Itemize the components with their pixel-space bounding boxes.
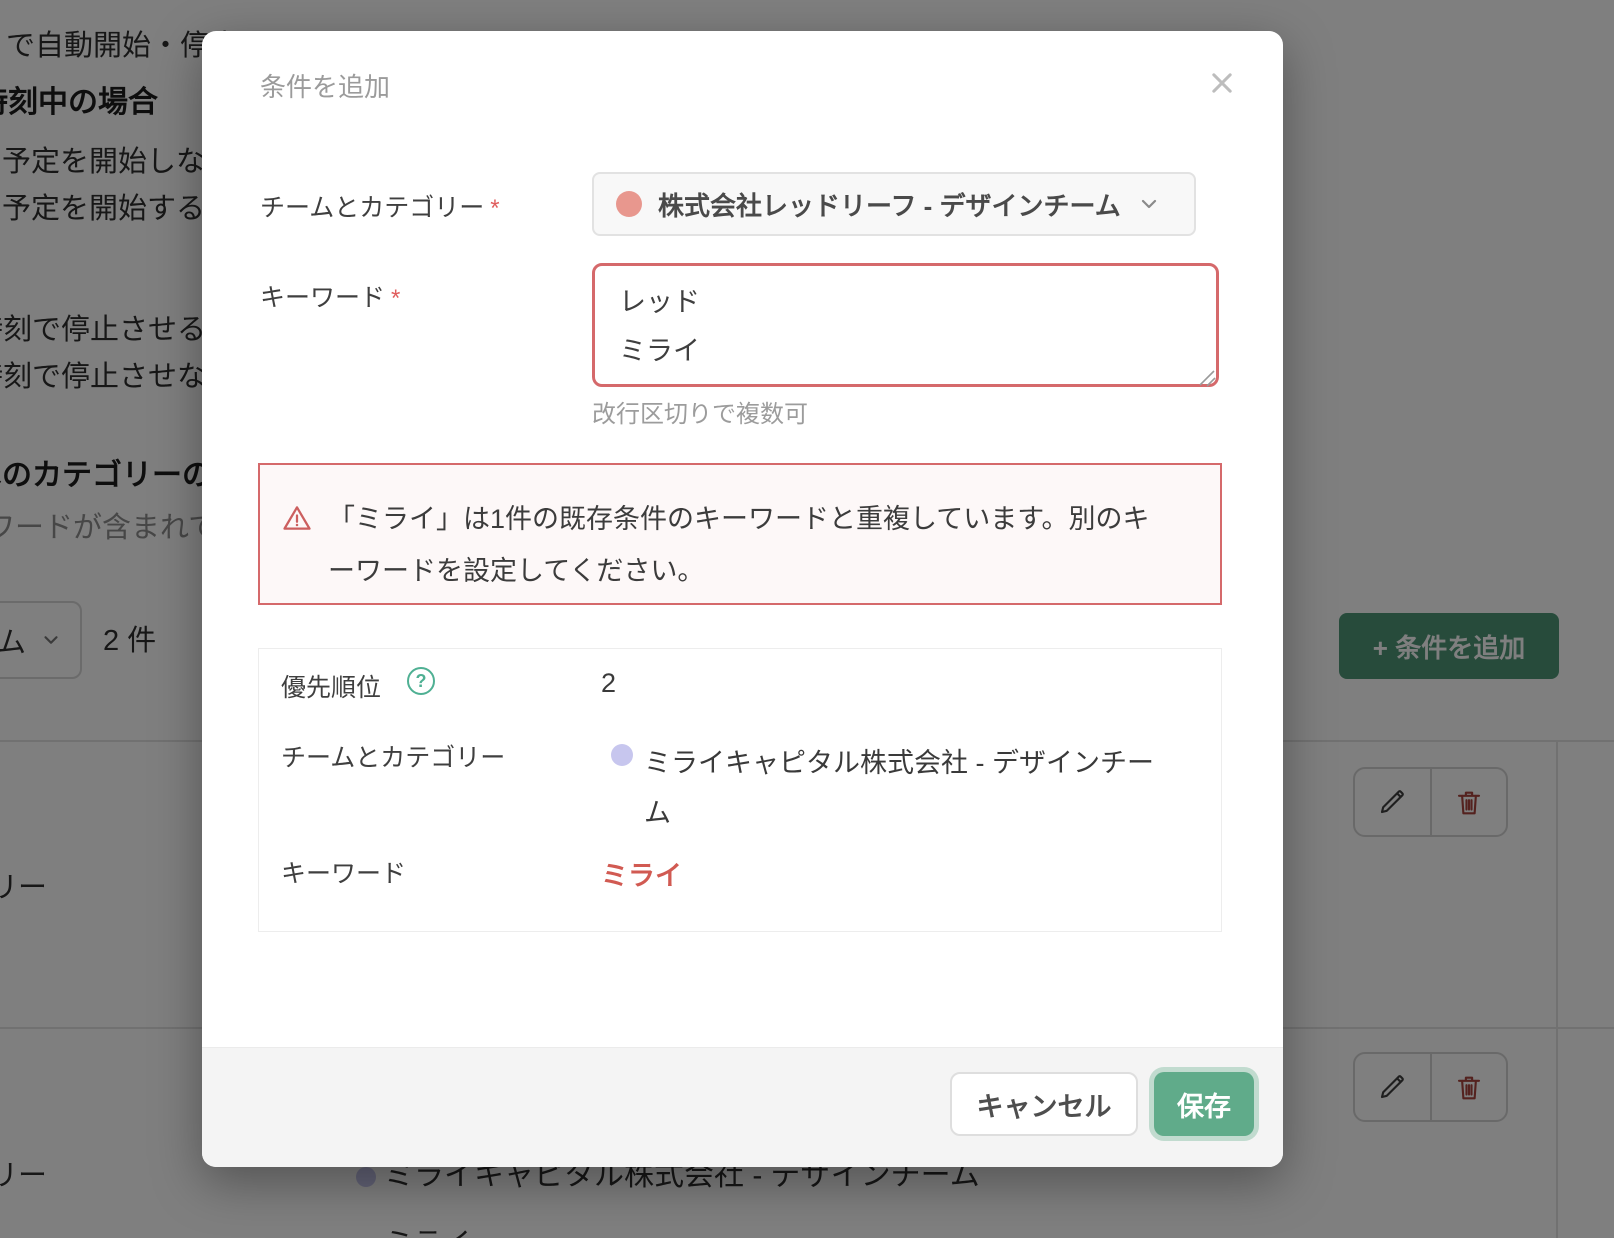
warning-icon xyxy=(282,503,312,533)
required-mark: * xyxy=(490,195,499,222)
team-category-label-text: チームとカテゴリー xyxy=(260,194,484,222)
close-button[interactable] xyxy=(1202,63,1242,103)
priority-value: 2 xyxy=(601,668,616,699)
team-category-select[interactable]: 株式会社レッドリーフ - デザインチーム xyxy=(592,172,1196,236)
keyword-helper-text: 改行区切りで複数可 xyxy=(592,394,808,429)
screen: で自動開始・停止する 時刻中の場合 予定を開始しない 予定を開始する 時刻で停止… xyxy=(0,0,1614,1238)
team-category-label: チームとカテゴリー* xyxy=(260,188,500,224)
team-dot-purple xyxy=(611,744,633,766)
existing-keyword-value: ミライ xyxy=(601,854,682,893)
team-category-selected-value: 株式会社レッドリーフ - デザインチーム xyxy=(658,186,1121,223)
save-button[interactable]: 保存 xyxy=(1154,1072,1254,1136)
existing-team-value: ミライキャピタル株式会社 - デザインチーム xyxy=(644,738,1172,838)
keyword-label: キーワード* xyxy=(260,278,400,314)
add-condition-dialog: 条件を追加 チームとカテゴリー* 株式会社レッドリーフ - デザインチーム キー… xyxy=(202,31,1283,1167)
team-dot-pink xyxy=(616,191,642,217)
keyword-textarea[interactable]: レッド ミライ xyxy=(592,263,1219,387)
existing-keyword-label: キーワード xyxy=(281,854,406,890)
dialog-title: 条件を追加 xyxy=(260,67,390,104)
resize-handle-icon[interactable] xyxy=(1194,365,1218,389)
dialog-footer: キャンセル 保存 xyxy=(202,1047,1283,1167)
keyword-label-text: キーワード xyxy=(260,284,385,312)
help-icon[interactable]: ? xyxy=(407,667,435,695)
existing-team-label: チームとカテゴリー xyxy=(281,738,505,774)
priority-label: 優先順位 xyxy=(281,668,381,704)
warning-message: 「ミライ」は1件の既存条件のキーワードと重複しています。別のキーワードを設定して… xyxy=(328,493,1168,597)
required-mark: * xyxy=(391,285,400,312)
cancel-button[interactable]: キャンセル xyxy=(950,1072,1138,1136)
chevron-down-icon xyxy=(1137,192,1161,216)
existing-condition-card: 優先順位 ? 2 チームとカテゴリー ミライキャピタル株式会社 - デザインチー… xyxy=(258,648,1222,932)
close-icon xyxy=(1208,67,1236,99)
duplicate-warning-banner: 「ミライ」は1件の既存条件のキーワードと重複しています。別のキーワードを設定して… xyxy=(258,463,1222,605)
